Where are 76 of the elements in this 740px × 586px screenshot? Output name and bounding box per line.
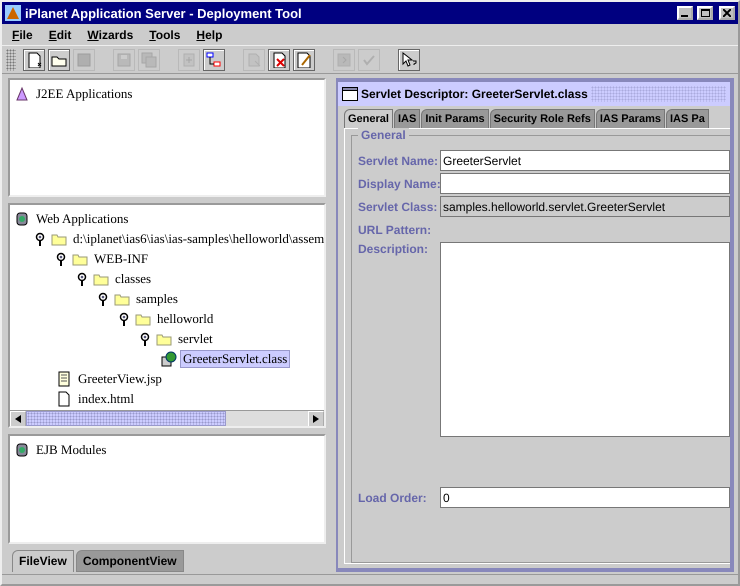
tree-item[interactable]: servlet — [175, 330, 216, 348]
window-title: iPlanet Application Server - Deployment Tool — [25, 6, 303, 20]
expanded-handle-icon[interactable] — [98, 292, 108, 306]
field-label: URL Pattern: — [358, 222, 432, 236]
tree-item[interactable]: classes — [112, 270, 154, 288]
tab[interactable]: IAS — [394, 109, 420, 128]
tree-item[interactable]: EJB Modules — [33, 441, 110, 460]
frame-title: Servlet Descriptor: GreeterServlet.class — [361, 87, 588, 101]
tab[interactable]: General — [344, 109, 393, 128]
tree-item[interactable]: Web Applications — [33, 210, 132, 228]
menu-item[interactable]: Help — [196, 28, 222, 42]
tree-item[interactable]: d:\iplanet\ias6\ias\ias-samples\helloworld\assem — [70, 230, 324, 248]
field-label: Load Order: — [358, 490, 428, 504]
app-icon — [5, 5, 21, 21]
toolbar-button[interactable] — [398, 48, 420, 70]
expanded-handle-icon[interactable] — [119, 312, 129, 326]
tab[interactable]: IAS Params — [596, 109, 665, 128]
tree-item[interactable]: GreeterView.jsp — [75, 370, 165, 388]
tab[interactable]: Security Role Refs — [490, 109, 595, 128]
field-label: Display Name: — [358, 176, 440, 190]
tree-item[interactable]: J2EE Applications — [33, 85, 136, 103]
menu-item[interactable]: Wizards — [87, 28, 134, 42]
tree-item[interactable]: index.html — [75, 390, 137, 408]
expanded-handle-icon[interactable] — [77, 272, 87, 286]
group-title: General — [358, 128, 409, 142]
text-file-icon — [56, 371, 72, 388]
left-arrow-icon[interactable] — [15, 415, 21, 424]
tab[interactable]: IAS Pa — [666, 109, 709, 128]
tab[interactable]: Init Params — [421, 109, 489, 128]
toolbar-button[interactable] — [48, 48, 70, 70]
toolbar-button[interactable] — [293, 48, 315, 70]
jar-icon — [14, 211, 30, 228]
pencil-icon — [296, 52, 312, 68]
right-arrow-icon[interactable] — [313, 415, 319, 424]
text-field[interactable] — [440, 173, 730, 194]
new-document-icon — [26, 52, 42, 68]
toolbar-button[interactable] — [203, 48, 225, 70]
field-label: Servlet Name: — [358, 154, 440, 168]
tree-item[interactable]: helloworld — [154, 310, 216, 328]
field-label: Description: — [358, 242, 430, 256]
expanded-handle-icon[interactable] — [140, 332, 150, 346]
toolbar-button[interactable] — [268, 48, 290, 70]
tree-item[interactable]: WEB-INF — [91, 250, 152, 268]
file-icon — [56, 391, 72, 408]
deploy-icon — [336, 52, 352, 68]
maximize-icon — [700, 9, 710, 17]
window-icon — [342, 87, 358, 101]
jar-icon — [14, 442, 30, 458]
minimize-button[interactable] — [677, 6, 693, 20]
tab[interactable]: FileView — [12, 550, 74, 572]
tree-layout-icon — [206, 52, 222, 68]
close-icon — [723, 9, 731, 17]
text-field[interactable]: 0 — [440, 487, 730, 508]
menu-item[interactable]: File — [12, 28, 33, 42]
horizontal-scrollbar[interactable] — [10, 410, 324, 426]
pointer-question-icon — [401, 52, 417, 68]
globe-component-icon — [161, 351, 177, 368]
application-icon — [14, 86, 30, 102]
toolbar-button[interactable] — [23, 48, 45, 70]
text-field[interactable]: GreeterServlet — [440, 150, 730, 171]
toolbar-grip[interactable] — [6, 48, 16, 70]
close-button[interactable] — [719, 6, 735, 20]
menu-item[interactable]: Tools — [149, 28, 180, 42]
tree-item[interactable]: samples — [133, 290, 181, 308]
expanded-handle-icon[interactable] — [35, 232, 45, 246]
add-icon — [181, 52, 197, 68]
maximize-button[interactable] — [697, 6, 713, 20]
tab[interactable]: ComponentView — [76, 550, 184, 572]
disks-icon — [141, 52, 157, 68]
expanded-handle-icon[interactable] — [56, 252, 66, 266]
find-icon — [246, 52, 262, 68]
save-as-icon — [76, 52, 92, 68]
tree-item[interactable]: GreeterServlet.class — [180, 350, 290, 368]
field-label: Servlet Class: — [358, 200, 438, 214]
menu-item[interactable]: Edit — [48, 28, 72, 42]
delete-icon — [271, 52, 287, 68]
